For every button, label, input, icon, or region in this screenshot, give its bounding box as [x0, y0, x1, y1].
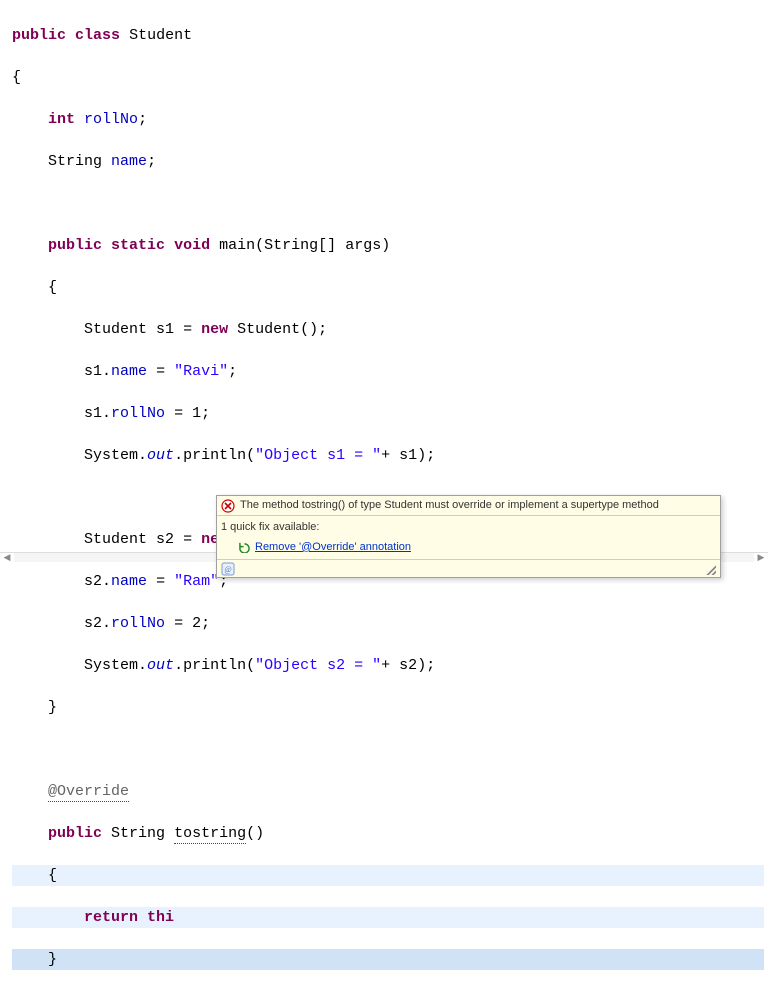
field-name: name	[111, 153, 147, 170]
code-line[interactable]: public class Student	[12, 25, 764, 46]
code-line[interactable]	[12, 193, 764, 214]
code-line[interactable]	[12, 739, 764, 760]
code-line[interactable]: public String tostring()	[12, 823, 764, 844]
tooltip-quickfix-header: 1 quick fix available:	[217, 515, 720, 537]
tooltip-error-text: The method tostring() of type Student mu…	[240, 498, 659, 513]
svg-text:@: @	[224, 565, 231, 574]
code-line[interactable]: return thi	[12, 907, 764, 928]
error-tooltip: The method tostring() of type Student mu…	[216, 495, 721, 578]
field-out: out	[147, 447, 174, 464]
code-line[interactable]: {	[12, 67, 764, 88]
code-line[interactable]: System.out.println("Object s1 = "+ s1);	[12, 445, 764, 466]
code-line[interactable]: s2.rollNo = 2;	[12, 613, 764, 634]
annotation-override: @Override	[48, 783, 129, 802]
tooltip-quickfix-row: Remove '@Override' annotation	[217, 538, 720, 559]
code-line[interactable]: }	[12, 949, 764, 970]
error-icon	[221, 499, 235, 513]
code-line[interactable]: int rollNo;	[12, 109, 764, 130]
code-line[interactable]: {	[12, 865, 764, 886]
quickfix-link[interactable]: Remove '@Override' annotation	[255, 540, 411, 555]
keyword-public: public	[12, 27, 66, 44]
code-line[interactable]: s1.rollNo = 1;	[12, 403, 764, 424]
code-line[interactable]: Student s1 = new Student();	[12, 319, 764, 340]
field-rollNo: rollNo	[84, 111, 138, 128]
code-line[interactable]: System.out.println("Object s2 = "+ s2);	[12, 655, 764, 676]
code-line[interactable]: @Override	[12, 781, 764, 802]
code-line[interactable]: s1.name = "Ravi";	[12, 361, 764, 382]
tooltip-error-row: The method tostring() of type Student mu…	[217, 496, 720, 515]
code-line[interactable]: }	[12, 697, 764, 718]
code-line[interactable]: {	[12, 277, 764, 298]
type-String: String	[48, 153, 102, 170]
method-tostring: tostring	[174, 825, 246, 844]
resize-grip[interactable]	[704, 563, 716, 575]
keyword-int: int	[48, 111, 75, 128]
class-name: Student	[129, 27, 192, 44]
code-line[interactable]: public static void main(String[] args)	[12, 235, 764, 256]
keyword-class: class	[75, 27, 120, 44]
quickfix-icon	[239, 542, 250, 553]
code-line[interactable]: String name;	[12, 151, 764, 172]
javadoc-icon[interactable]: @	[221, 562, 235, 576]
